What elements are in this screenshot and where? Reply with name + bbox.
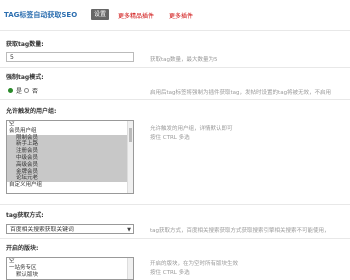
tag-count-hint: 获取tag数量，最大数量为5 (150, 57, 218, 63)
method-label: tag获取方式: (6, 212, 44, 219)
list-item[interactable]: 空 (7, 121, 133, 128)
tag-count-label: 获取tag数量: (6, 41, 44, 48)
tag-count-input[interactable]: 5 (6, 52, 134, 62)
list-item[interactable]: 会员用户组 (7, 128, 133, 135)
chevron-down-icon[interactable]: ▼ (127, 225, 131, 235)
plugin-title: TAG标签自动获取SEO (4, 11, 78, 19)
mode-label: 强制tag模式: (6, 74, 44, 81)
sections-listbox[interactable]: 空 一站务专区 默认版块 (6, 257, 134, 280)
method-select-value: 百度相关搜索获取关键词 (10, 227, 74, 233)
divider (0, 99, 350, 100)
user-groups-hint: 允许触发的用户组，详情默认即可 (150, 126, 233, 132)
list-item[interactable]: 空 (7, 258, 133, 265)
radio-no[interactable]: 否 (24, 86, 38, 95)
method-hint: tag获取方式，百度相关搜索获取方式获取搜索引擎相关搜索不可能使用， (150, 228, 330, 234)
listbox-scrollbar[interactable] (127, 121, 133, 193)
list-item[interactable]: 中级会员 (7, 154, 133, 162)
divider (0, 204, 350, 205)
divider (0, 67, 350, 68)
user-groups-hint-ctrl: 按住 CTRL 多选 (150, 135, 190, 141)
sections-hint-ctrl: 按住 CTRL 多选 (150, 270, 190, 276)
list-item[interactable]: 自定义用户组 (7, 182, 133, 189)
sections-hint: 开启的版块，在为空时所有版块生效 (150, 261, 239, 267)
list-item[interactable]: 一站务专区 (7, 265, 133, 272)
mode-hint: 启用后tag标签将强制为插件获取tag，发帖时设置的tag将被无效，不启用 (150, 90, 332, 96)
radio-no-label: 否 (32, 88, 39, 95)
header: TAG标签自动获取SEO 设置 更多精品插件 更多插件 (0, 0, 350, 27)
user-groups-label: 允许触发的用户组: (6, 108, 57, 115)
sections-label: 开启的版块: (6, 245, 39, 252)
radio-yes-label: 是 (16, 88, 23, 95)
divider (0, 30, 350, 31)
list-item[interactable]: 高级会员 (7, 161, 133, 169)
tab-more-plugins[interactable]: 更多插件 (169, 11, 193, 20)
list-item[interactable]: 默认版块 (7, 272, 133, 279)
radio-no-indicator[interactable] (24, 88, 29, 93)
tab-more-premium-plugins[interactable]: 更多精品插件 (118, 11, 154, 20)
divider (0, 238, 350, 239)
method-select[interactable]: 百度相关搜索获取关键词 ▼ (6, 224, 134, 234)
user-groups-listbox[interactable]: 空 会员用户组 限制会员 新手上路 注册会员 中级会员 高级会员 金牌会员 论坛… (6, 120, 134, 194)
scrollbar-thumb[interactable] (129, 128, 132, 142)
listbox-scrollbar[interactable] (127, 258, 133, 279)
tab-settings[interactable]: 设置 (91, 9, 109, 20)
radio-yes[interactable]: 是 (8, 86, 22, 95)
radio-yes-indicator[interactable] (8, 88, 13, 93)
list-item[interactable]: 注册会员 (7, 148, 133, 155)
